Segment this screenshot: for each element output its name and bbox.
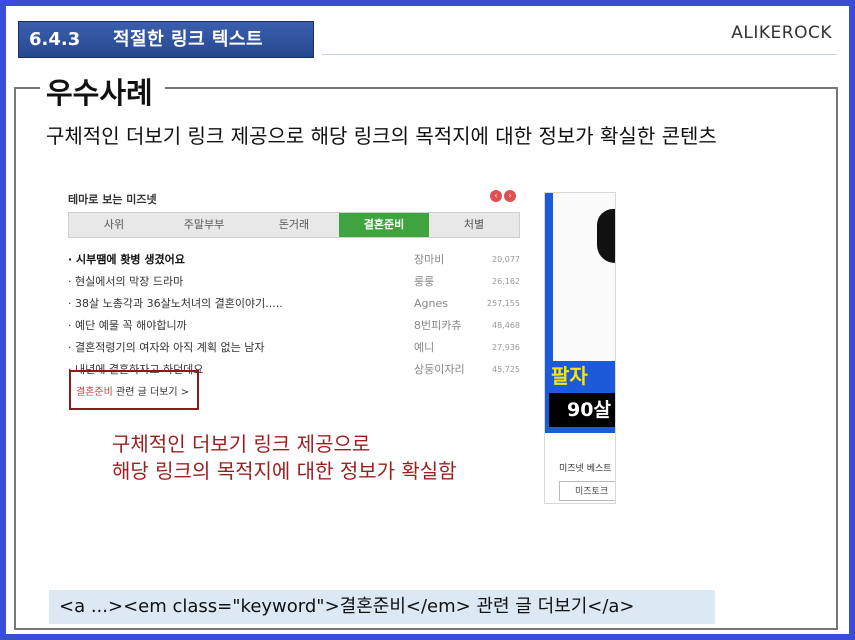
ad-age-label: 90살 — [549, 393, 615, 427]
ad-headline: 팔자 — [551, 361, 615, 391]
page-heading: 우수사례 — [40, 70, 165, 112]
list-item-count: 257,155 — [486, 299, 520, 308]
widget-title: 테마로 보는 미즈넷 — [68, 193, 157, 206]
tab-wife-side[interactable]: 처별 — [429, 213, 519, 237]
tab-wedding-prep[interactable]: 결혼준비 — [339, 213, 429, 237]
list-item-title[interactable]: · 결혼적령기의 여자와 아직 계획 없는 남자 — [68, 338, 265, 358]
section-badge: 6.4.3 적절한 링크 텍스트 — [18, 21, 314, 58]
list-item[interactable]: · 시부땜에 홧병 생겼어요 장마비 20,077 — [68, 250, 520, 270]
more-link[interactable]: 결혼준비 관련 글 더보기 > — [76, 383, 189, 398]
widget-tabs: 사위 주말부부 돈거래 결혼준비 처별 — [68, 212, 520, 238]
widget-arrows: ‹ › — [490, 190, 516, 202]
list-item-count: 45,725 — [492, 365, 520, 374]
list-item[interactable]: · 38살 노총각과 36살노처녀의 결혼이야기..... Agnes 257,… — [68, 294, 520, 314]
list-item-title[interactable]: · 시부땜에 홧병 생겼어요 — [68, 250, 185, 270]
list-item[interactable]: · 결혼적령기의 여자와 아직 계획 없는 남자 예니 27,936 — [68, 338, 520, 358]
ad-photo — [597, 209, 615, 263]
list-item[interactable]: · 현실에서의 막장 드라마 룽룽 26,162 — [68, 272, 520, 292]
slide: 6.4.3 적절한 링크 텍스트 ALIKEROCK 우수사례 구체적인 더보기… — [6, 6, 849, 634]
description: 구체적인 더보기 링크 제공으로 해당 링크의 목적지에 대한 정보가 확실한 … — [46, 124, 717, 148]
tab-weekend-couple[interactable]: 주말부부 — [159, 213, 249, 237]
list-item-author: 8번피카츄 — [414, 319, 462, 332]
list-item-title[interactable]: · 예단 예물 꼭 해야합니까 — [68, 316, 187, 336]
list-item-title[interactable]: · 38살 노총각과 36살노처녀의 결혼이야기..... — [68, 294, 283, 314]
more-link-text[interactable]: 관련 글 더보기 > — [113, 387, 189, 398]
callout-line-2: 해당 링크의 목적지에 대한 정보가 확실함 — [112, 459, 457, 483]
ad-banner[interactable]: 팔자 90살 미즈넷 베스트 미즈토크 — [544, 192, 616, 504]
prev-arrow-icon[interactable]: ‹ — [490, 190, 502, 202]
section-number: 6.4.3 — [29, 29, 81, 50]
list-item-count: 26,162 — [492, 277, 520, 286]
list-item-title[interactable]: · 현실에서의 막장 드라마 — [68, 272, 183, 292]
callout-line-1: 구체적인 더보기 링크 제공으로 — [112, 432, 371, 456]
list-item-author: Agnes — [414, 297, 448, 310]
brand-label: ALIKEROCK — [731, 23, 832, 43]
ad-button[interactable]: 미즈토크 — [559, 481, 615, 501]
list-item-count: 20,077 — [492, 255, 520, 264]
list-item-count: 48,468 — [492, 321, 520, 330]
list-item-author: 상둥이자리 — [414, 363, 465, 376]
more-link-keyword[interactable]: 결혼준비 — [76, 387, 113, 398]
list-item[interactable]: · 예단 예물 꼭 해야합니까 8번피카츄 48,468 — [68, 316, 520, 336]
header-divider — [322, 54, 837, 55]
list-item-author: 장마비 — [414, 253, 445, 266]
section-title: 적절한 링크 텍스트 — [113, 29, 264, 50]
list-item-author: 예니 — [414, 341, 435, 354]
callout: 구체적인 더보기 링크 제공으로 해당 링크의 목적지에 대한 정보가 확실함 — [112, 431, 457, 485]
list-item-count: 27,936 — [492, 343, 520, 352]
ad-small-label: 미즈넷 베스트 — [559, 464, 612, 474]
list-item-author: 룽룽 — [414, 275, 435, 288]
code-sample: <a ...><em class="keyword">결혼준비</em> 관련 … — [49, 590, 715, 624]
tab-money[interactable]: 돈거래 — [249, 213, 339, 237]
next-arrow-icon[interactable]: › — [504, 190, 516, 202]
tab-son-in-law[interactable]: 사위 — [69, 213, 159, 237]
